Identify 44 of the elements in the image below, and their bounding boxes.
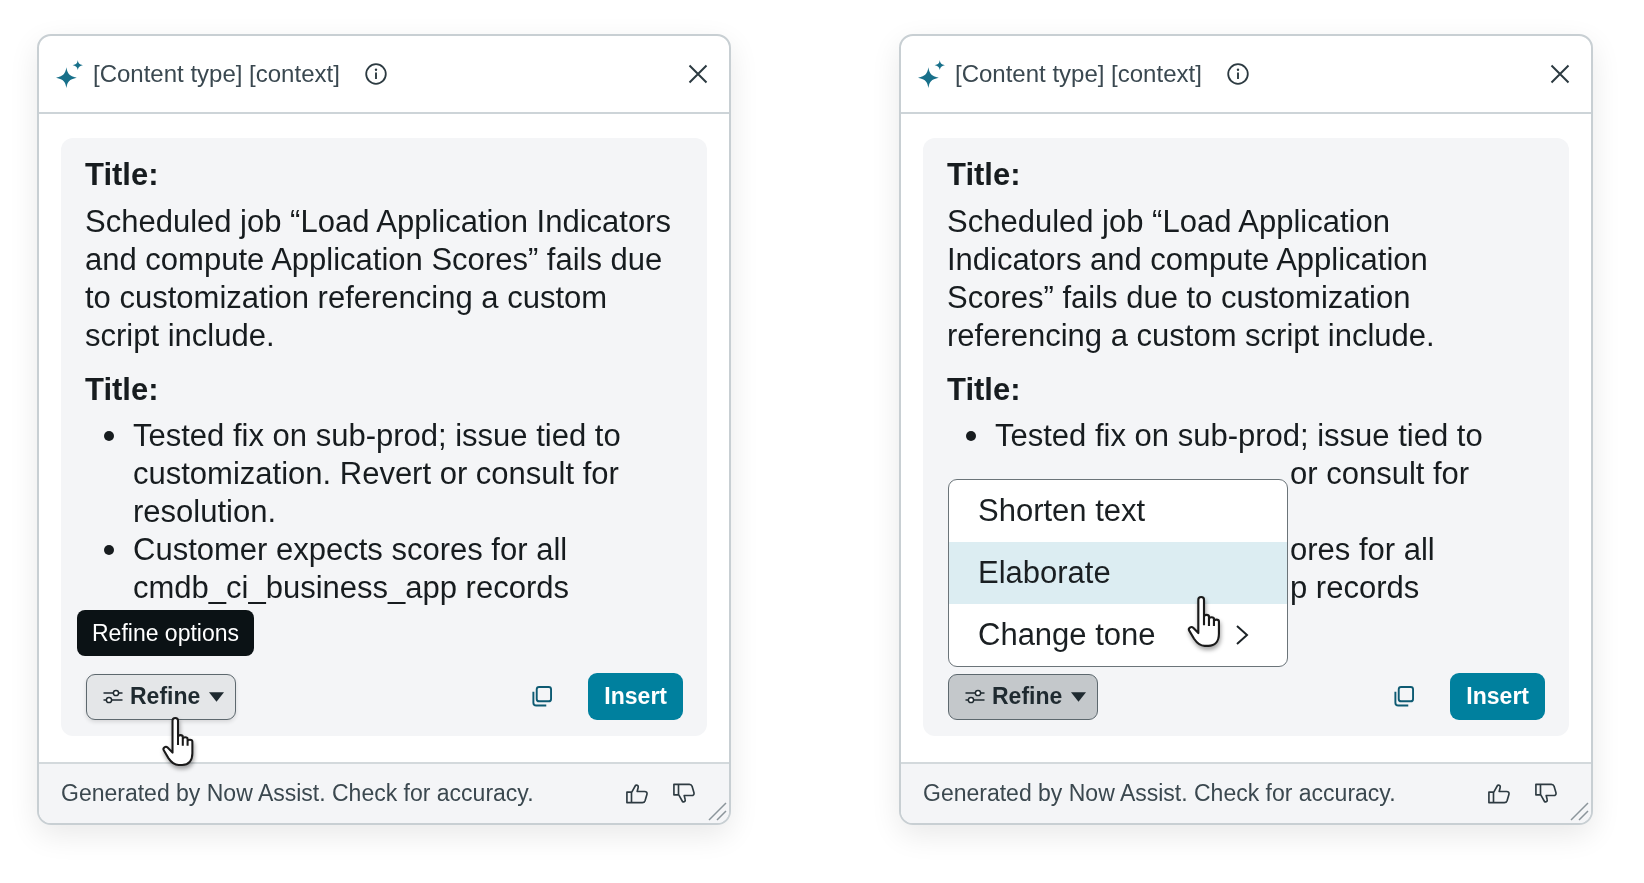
info-icon[interactable] [1226, 63, 1249, 85]
refine-button[interactable]: Refine [948, 673, 1099, 720]
thumbs-down-icon[interactable] [1535, 783, 1557, 804]
bullet-text: Tested fix on sub-prod; issue tied to [995, 417, 1484, 455]
thumbs-up-icon[interactable] [626, 783, 648, 804]
sparkle-icon [56, 60, 83, 88]
disclaimer-text: Generated by Now Assist. Check for accuracy. [923, 780, 1396, 807]
sliders-icon [103, 689, 123, 704]
bullet-icon [104, 545, 114, 555]
insert-button[interactable]: Insert [1450, 673, 1545, 720]
thumbs-up-icon[interactable] [1488, 783, 1510, 804]
tooltip: Refine options [77, 609, 255, 656]
menu-item[interactable]: Shorten text [949, 479, 1287, 542]
partly-covered-text: or consult for [1290, 455, 1471, 493]
partly-covered-text: ores for all [1290, 531, 1436, 569]
caret-down-icon [1071, 691, 1087, 702]
response-paragraph: Scheduled job “Load Application Indicators and compute Application Scores” fails due to customization referencing a custom script include. [947, 203, 1436, 355]
info-icon[interactable] [364, 63, 387, 85]
section-heading: Title: [947, 371, 1022, 409]
disclaimer-text: Generated by Now Assist. Check for accuracy. [61, 780, 534, 807]
response-paragraph: Scheduled job “Load Application Indicators and compute Application Scores” fails due to customization referencing a custom script include. [85, 203, 672, 355]
bullet-icon [966, 431, 976, 441]
copy-icon[interactable] [1393, 686, 1415, 707]
sliders-icon [965, 689, 985, 704]
resize-grip-icon[interactable] [1569, 801, 1589, 821]
bullet-text: Customer expects scores for all cmdb_ci_business_app records [133, 531, 570, 607]
bullet-text: Tested fix on sub-prod; issue tied to customization. Revert or consult for resolution. [133, 417, 622, 531]
close-icon[interactable] [1550, 64, 1570, 84]
insert-button[interactable]: Insert [588, 673, 683, 720]
menu-item[interactable]: Change tone [949, 603, 1287, 666]
section-heading: Title: [947, 156, 1022, 194]
caret-down-icon [209, 691, 225, 702]
bullet-icon [104, 431, 114, 441]
close-icon[interactable] [688, 64, 708, 84]
partly-covered-text: p records [1290, 569, 1421, 607]
sparkle-icon [918, 60, 945, 88]
thumbs-down-icon[interactable] [673, 783, 695, 804]
panel-title: [Content type] [context] [93, 60, 340, 88]
resize-grip-icon[interactable] [707, 801, 727, 821]
refine-button[interactable]: Refine [86, 673, 237, 720]
section-heading: Title: [85, 156, 160, 194]
copy-icon[interactable] [531, 686, 553, 707]
section-heading: Title: [85, 371, 160, 409]
panel-title: [Content type] [context] [955, 60, 1202, 88]
